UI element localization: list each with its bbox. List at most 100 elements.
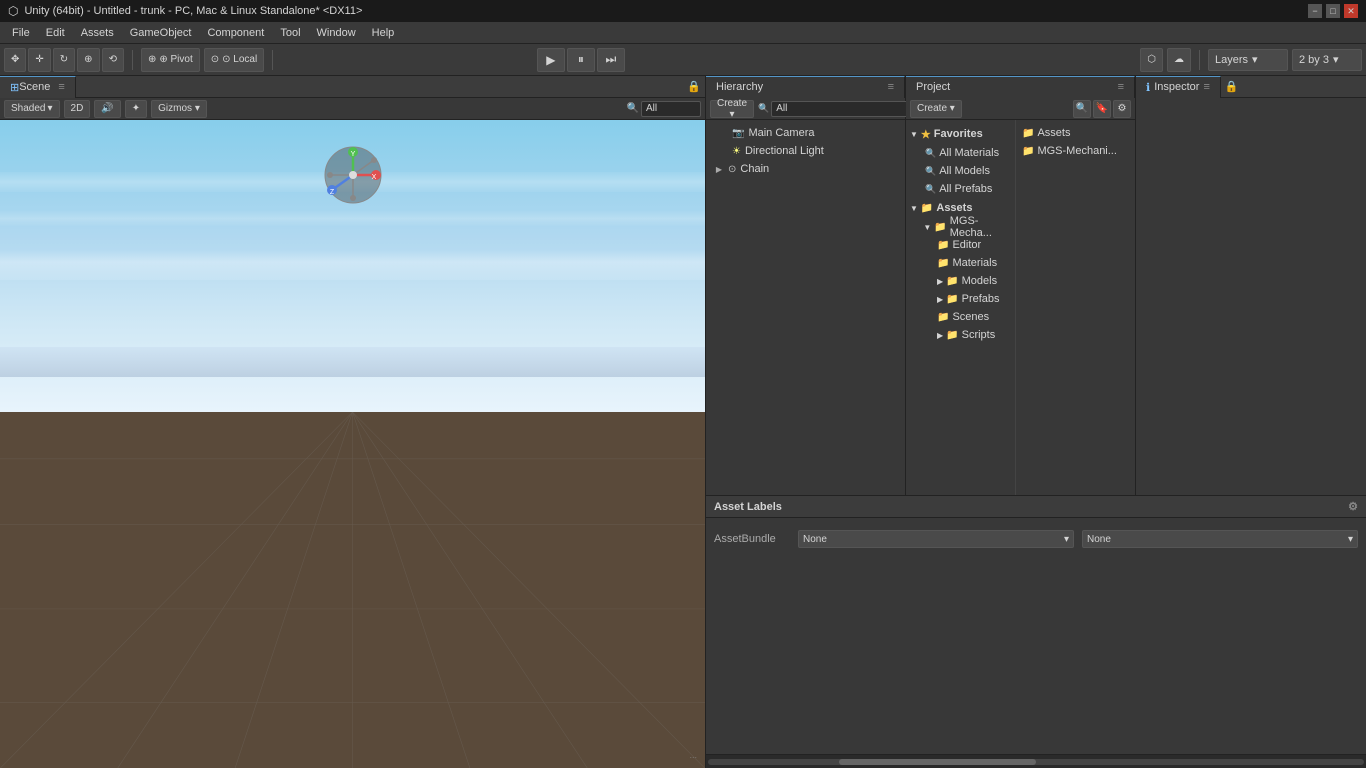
asset-labels-content: AssetBundle None ▾ None ▾ xyxy=(706,518,1366,754)
favorites-section[interactable]: ▼ ★ Favorites xyxy=(906,124,1015,144)
favorites-label: Favorites xyxy=(934,128,983,140)
project-materials-folder[interactable]: 📁 Materials xyxy=(906,254,1015,272)
local-button[interactable]: ⊙ ⊙ Local xyxy=(204,48,264,72)
hierarchy-menu-icon[interactable]: ≡ xyxy=(888,81,894,93)
project-menu-icon[interactable]: ≡ xyxy=(1118,81,1124,93)
gizmos-button[interactable]: Gizmos ▾ xyxy=(151,100,207,118)
materials-label: Materials xyxy=(952,257,997,269)
fx-toggle-button[interactable]: ✦ xyxy=(125,100,147,118)
scene-gizmo[interactable]: X Y Z xyxy=(318,140,388,210)
cloud-band-3 xyxy=(0,250,705,280)
project-scenes-folder[interactable]: 📁 Scenes xyxy=(906,308,1015,326)
project-bookmark-button[interactable]: 🔖 xyxy=(1093,100,1111,118)
project-models-folder[interactable]: ▶ 📁 Models xyxy=(906,272,1015,290)
hierarchy-toolbar: Create ▾ 🔍 xyxy=(706,98,905,120)
pivot-button[interactable]: ⊕ ⊕ Pivot xyxy=(141,48,200,72)
move-tool-button[interactable]: ✛ xyxy=(28,48,50,72)
hierarchy-tab-label: Hierarchy xyxy=(716,81,763,93)
scene-tab-menu[interactable]: ≡ xyxy=(58,81,64,93)
collab-button[interactable]: ⬡ xyxy=(1140,48,1163,72)
all-materials-label: All Materials xyxy=(939,147,999,159)
inspector-lock-icon[interactable]: 🔒 xyxy=(1225,80,1239,93)
shaded-button[interactable]: Shaded ▾ xyxy=(4,100,60,118)
menu-item-gameobject[interactable]: GameObject xyxy=(122,25,200,41)
hierarchy-tab[interactable]: Hierarchy ≡ xyxy=(706,76,905,98)
scene-view[interactable]: X Y Z xyxy=(0,120,705,768)
asset-bundle-select[interactable]: None ▾ xyxy=(798,530,1074,548)
menu-item-window[interactable]: Window xyxy=(309,25,364,41)
right-panels: Hierarchy ≡ Create ▾ 🔍 xyxy=(706,76,1366,768)
menu-item-tool[interactable]: Tool xyxy=(272,25,308,41)
asset-labels-title: Asset Labels xyxy=(714,501,782,513)
asset-item-assets[interactable]: 📁 Assets xyxy=(1016,124,1135,142)
hierarchy-search-icon: 🔍 xyxy=(758,103,769,114)
inspector-content xyxy=(1136,98,1366,495)
audio-toggle-button[interactable]: 🔊 xyxy=(94,100,120,118)
project-content: ▼ ★ Favorites 🔍 All Materials 🔍 xyxy=(906,120,1135,495)
asset-bundle-variant-select[interactable]: None ▾ xyxy=(1082,530,1358,548)
scene-search-icon: 🔍 xyxy=(627,103,639,114)
asset-labels-settings-icon[interactable]: ⚙ xyxy=(1348,500,1358,513)
bottom-panel: Asset Labels ⚙ AssetBundle None ▾ None ▾ xyxy=(706,496,1366,768)
hierarchy-search-input[interactable] xyxy=(771,101,913,117)
close-button[interactable]: ✕ xyxy=(1344,4,1358,18)
inspector-tab[interactable]: ℹ Inspector ≡ xyxy=(1136,76,1221,98)
assets-arrow-icon: ▼ xyxy=(910,204,918,213)
rect-tool-button[interactable]: ⟲ xyxy=(102,48,124,72)
scene-info: ... xyxy=(689,750,697,760)
mgs-label: MGS-Mecha... xyxy=(950,215,1011,239)
scene-lock-icon[interactable]: 🔒 xyxy=(687,80,701,93)
scripts-arrow-icon: ▶ xyxy=(937,331,943,340)
layout-dropdown[interactable]: 2 by 3 ▾ xyxy=(1292,49,1362,71)
hierarchy-tab-bar: Hierarchy ≡ xyxy=(706,76,905,98)
project-tab[interactable]: Project ≡ xyxy=(906,76,1135,98)
scrollbar-thumb[interactable] xyxy=(839,759,1036,765)
layout-chevron-icon: ▾ xyxy=(1333,53,1339,66)
inspector-menu-icon[interactable]: ≡ xyxy=(1203,81,1209,93)
pause-button[interactable]: ⏸ xyxy=(567,48,595,72)
play-button[interactable]: ▶ xyxy=(537,48,565,72)
minimize-button[interactable]: − xyxy=(1308,4,1322,18)
folder-icon: 📁 xyxy=(934,222,946,233)
inspector-tab-bar: ℹ Inspector ≡ 🔒 xyxy=(1136,76,1366,98)
menu-item-file[interactable]: File xyxy=(4,25,38,41)
project-prefabs-folder[interactable]: ▶ 📁 Prefabs xyxy=(906,290,1015,308)
hierarchy-item-main-camera[interactable]: 📷 Main Camera xyxy=(706,124,905,142)
2d-toggle-button[interactable]: 2D xyxy=(64,100,91,118)
project-all-models[interactable]: 🔍 All Models xyxy=(906,162,1015,180)
scene-search-input[interactable] xyxy=(641,101,701,117)
menu-item-help[interactable]: Help xyxy=(364,25,403,41)
scale-tool-button[interactable]: ⊕ xyxy=(77,48,99,72)
project-all-prefabs[interactable]: 🔍 All Prefabs xyxy=(906,180,1015,198)
title-bar-controls[interactable]: − □ ✕ xyxy=(1308,4,1358,18)
step-button[interactable]: ⏭ xyxy=(597,48,625,72)
menu-item-edit[interactable]: Edit xyxy=(38,25,73,41)
layers-dropdown[interactable]: Layers ▾ xyxy=(1208,49,1288,71)
chain-icon: ⊙ xyxy=(728,164,736,175)
hierarchy-item-directional-light[interactable]: ☀ Directional Light xyxy=(706,142,905,160)
asset-bundle-variant-chevron-icon: ▾ xyxy=(1348,534,1353,545)
hierarchy-item-chain[interactable]: ▶ ⊙ Chain xyxy=(706,160,905,178)
project-settings-button[interactable]: ⚙ xyxy=(1113,100,1131,118)
cloud-button[interactable]: ☁ xyxy=(1167,48,1191,72)
top-row-panels: Hierarchy ≡ Create ▾ 🔍 xyxy=(706,76,1366,496)
hierarchy-create-button[interactable]: Create ▾ xyxy=(710,100,754,118)
project-mgs-folder[interactable]: ▼ 📁 MGS-Mecha... xyxy=(906,218,1015,236)
project-all-materials[interactable]: 🔍 All Materials xyxy=(906,144,1015,162)
project-search-button[interactable]: 🔍 xyxy=(1073,100,1091,118)
layers-chevron-icon: ▾ xyxy=(1252,53,1258,66)
rotate-tool-button[interactable]: ↻ xyxy=(53,48,75,72)
editor-label: Editor xyxy=(952,239,981,251)
project-create-button[interactable]: Create ▾ xyxy=(910,100,962,118)
hierarchy-content: 📷 Main Camera ☀ Directional Light ▶ ⊙ Ch… xyxy=(706,120,905,495)
asset-item-mgs[interactable]: 📁 MGS-Mechani... xyxy=(1016,142,1135,160)
project-scripts-folder[interactable]: ▶ 📁 Scripts xyxy=(906,326,1015,344)
menu-item-component[interactable]: Component xyxy=(199,25,272,41)
hand-tool-button[interactable]: ✥ xyxy=(4,48,26,72)
scene-tab[interactable]: ⊞ Scene ≡ xyxy=(0,76,76,98)
bottom-scrollbar[interactable] xyxy=(706,754,1366,768)
project-tab-label: Project xyxy=(916,81,950,93)
maximize-button[interactable]: □ xyxy=(1326,4,1340,18)
prefabs-label: Prefabs xyxy=(962,293,1000,305)
menu-item-assets[interactable]: Assets xyxy=(73,25,122,41)
